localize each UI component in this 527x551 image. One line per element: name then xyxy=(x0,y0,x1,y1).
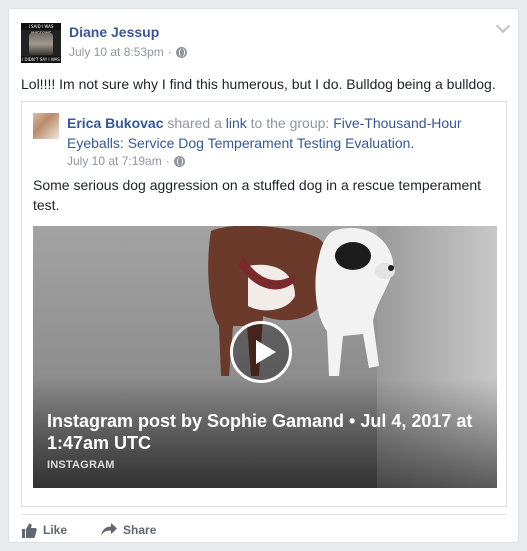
actions-divider xyxy=(21,514,507,515)
author-name[interactable]: Diane Jessup xyxy=(69,24,159,40)
video-source: INSTAGRAM xyxy=(47,459,115,471)
shared-separator: · xyxy=(165,154,170,168)
shared-link[interactable]: link xyxy=(226,115,247,131)
shared-post: Erica Bukovac shared a link to the group… xyxy=(21,101,507,507)
post-text: Lol!!!! Im not sure why I find this hume… xyxy=(21,76,496,92)
shared-meta: July 10 at 7:19am · xyxy=(67,154,185,168)
actions-bar: Like Share xyxy=(21,520,156,540)
video-title[interactable]: Instagram post by Sophie Gamand • Jul 4,… xyxy=(47,410,487,454)
stuffed-dog-patch xyxy=(335,242,371,270)
shared-header: Erica Bukovac shared a link to the group… xyxy=(67,113,497,153)
like-label: Like xyxy=(43,523,68,537)
play-icon[interactable] xyxy=(230,321,292,383)
like-button[interactable]: Like xyxy=(21,523,67,538)
post-timestamp[interactable]: July 10 at 8:53pm xyxy=(69,45,164,59)
author-avatar[interactable]: I SAID I WAS AWESOME I DIDN'T SAY I WAS … xyxy=(21,23,61,63)
video-preview[interactable]: Instagram post by Sophie Gamand • Jul 4,… xyxy=(33,226,497,488)
avatar-photo xyxy=(29,33,53,55)
globe-icon[interactable] xyxy=(175,46,187,58)
shared-timestamp[interactable]: July 10 at 7:19am xyxy=(67,154,162,168)
meta-separator: · xyxy=(167,45,172,59)
avatar-top-caption: I SAID I WAS AWESOME xyxy=(21,23,61,36)
share-arrow-icon xyxy=(101,523,118,537)
avatar-bottom-caption: I DIDN'T SAY I WAS MY SHIT TOGETHER xyxy=(21,56,61,63)
post-card: I SAID I WAS AWESOME I DIDN'T SAY I WAS … xyxy=(8,8,519,543)
shared-to: to the group: xyxy=(250,115,330,131)
chevron-down-icon[interactable] xyxy=(495,18,511,34)
globe-icon[interactable] xyxy=(173,155,185,167)
thumbs-up-icon xyxy=(21,523,37,538)
stuffed-dog-nose xyxy=(388,265,394,271)
sharer-name[interactable]: Erica Bukovac xyxy=(67,115,164,131)
share-button[interactable]: Share xyxy=(101,523,156,537)
shared-verb: shared a xyxy=(167,115,222,131)
post-meta: July 10 at 8:53pm · xyxy=(69,45,187,59)
shared-text: Some serious dog aggression on a stuffed… xyxy=(33,177,482,213)
sharer-avatar[interactable] xyxy=(33,113,59,139)
share-label: Share xyxy=(123,523,157,537)
